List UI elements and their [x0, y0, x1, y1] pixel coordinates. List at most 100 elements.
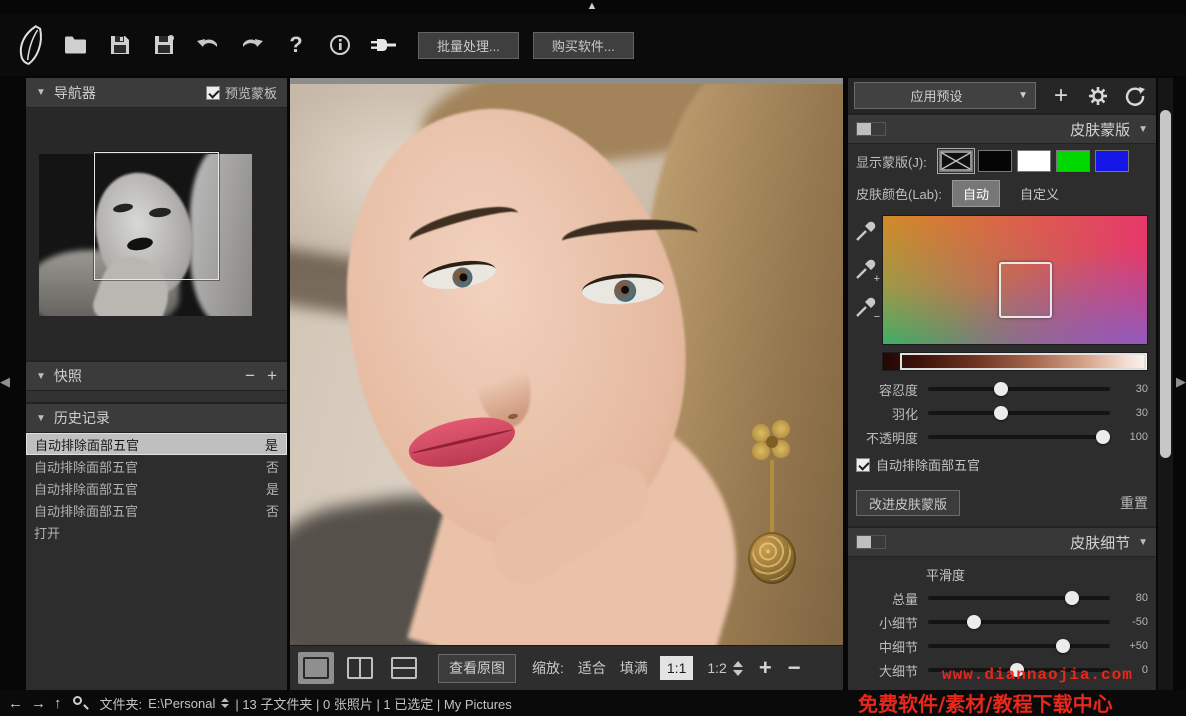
- zoom-fill-button[interactable]: 填满: [620, 658, 648, 678]
- opacity-slider[interactable]: [928, 435, 1110, 439]
- redo-icon[interactable]: [232, 28, 272, 62]
- gradient-selection-rect[interactable]: [999, 262, 1052, 318]
- left-panel-collapse-icon[interactable]: ◀: [0, 374, 10, 390]
- history-item-label: 自动排除面部五官: [34, 457, 138, 476]
- mask-swatch-white[interactable]: [1017, 150, 1051, 172]
- folder-path-spinner[interactable]: [221, 698, 229, 708]
- improve-skin-mask-button[interactable]: 改进皮肤蒙版: [856, 490, 960, 516]
- history-item-label: 自动排除面部五官: [34, 501, 138, 520]
- folder-path[interactable]: E:\Personal: [148, 696, 215, 711]
- batch-process-button[interactable]: 批量处理...: [418, 32, 519, 59]
- collapse-triangle-icon[interactable]: ▼: [36, 87, 46, 98]
- navigator-title: 导航器: [54, 83, 96, 103]
- view-original-button[interactable]: 查看原图: [438, 654, 516, 683]
- mask-swatch-none[interactable]: [939, 150, 973, 172]
- slider-knob[interactable]: [967, 615, 981, 629]
- buy-software-button[interactable]: 购买软件...: [533, 32, 634, 59]
- checkbox-icon[interactable]: [206, 86, 220, 100]
- forward-icon[interactable]: →: [31, 695, 46, 712]
- skin-color-auto-button[interactable]: 自动: [952, 180, 1000, 207]
- medium-detail-slider[interactable]: [928, 644, 1110, 648]
- reset-button[interactable]: 重置: [1120, 493, 1148, 513]
- slider-knob[interactable]: [1065, 591, 1079, 605]
- preset-row: 应用预设 ▼ +: [848, 78, 1156, 114]
- history-item[interactable]: 自动排除面部五官 是: [26, 477, 287, 499]
- collapse-triangle-icon[interactable]: ▼: [36, 413, 46, 424]
- single-view-button[interactable]: [298, 652, 334, 684]
- checkbox-icon[interactable]: [856, 458, 870, 472]
- navigator-header[interactable]: ▼ 导航器 预览蒙板: [26, 78, 287, 108]
- mask-swatch-green[interactable]: [1056, 150, 1090, 172]
- zoom-label: 缩放:: [532, 658, 564, 678]
- small-detail-slider-row: 小细节 -50: [848, 610, 1156, 634]
- apply-preset-dropdown[interactable]: 应用预设 ▼: [854, 82, 1036, 109]
- skin-mask-enable-toggle[interactable]: [856, 122, 886, 136]
- save-as-icon[interactable]: [144, 28, 184, 62]
- right-panel-collapse-icon[interactable]: ▶: [1176, 374, 1186, 390]
- chevron-down-icon: ▼: [1018, 90, 1028, 101]
- up-folder-icon[interactable]: ↑: [54, 695, 62, 712]
- zoom-ratio-value[interactable]: 1:2: [707, 660, 726, 676]
- mask-swatch-black[interactable]: [978, 150, 1012, 172]
- skin-color-gradient-picker[interactable]: [882, 215, 1148, 345]
- folder-stats: | 13 子文件夹 | 0 张照片 | 1 已选定 | My Pictures: [235, 694, 511, 713]
- zoom-out-button[interactable]: −: [788, 655, 801, 681]
- eyedropper-add-icon[interactable]: +: [854, 259, 878, 283]
- photo-canvas[interactable]: [290, 84, 843, 645]
- history-item[interactable]: 自动排除面部五官 否: [26, 455, 287, 477]
- history-item-value: 是: [266, 479, 279, 498]
- slider-knob[interactable]: [994, 382, 1008, 396]
- add-preset-button[interactable]: +: [1046, 82, 1076, 110]
- save-icon[interactable]: [100, 28, 140, 62]
- amount-slider[interactable]: [928, 596, 1110, 600]
- small-detail-slider[interactable]: [928, 620, 1110, 624]
- top-panel-collapse-icon[interactable]: ▲: [578, 0, 606, 13]
- history-item[interactable]: 打开: [26, 521, 287, 543]
- preset-settings-gear-icon[interactable]: [1083, 82, 1113, 110]
- zoom-1to1-button[interactable]: 1:1: [660, 656, 693, 680]
- tolerance-slider[interactable]: [928, 387, 1110, 391]
- snapshot-add-button[interactable]: +: [267, 366, 277, 386]
- zoom-ratio-spinner[interactable]: [733, 661, 743, 676]
- back-icon[interactable]: ←: [8, 695, 23, 712]
- collapse-triangle-icon[interactable]: ▼: [1138, 537, 1148, 548]
- reset-refresh-icon[interactable]: [1120, 82, 1150, 110]
- auto-exclude-features-checkbox[interactable]: 自动排除面部五官: [848, 449, 1156, 480]
- slider-knob[interactable]: [1056, 639, 1070, 653]
- open-folder-icon[interactable]: [56, 28, 96, 62]
- image-viewer: 查看原图 缩放: 适合 填满 1:1 1:2 + −: [290, 78, 843, 690]
- skin-detail-enable-toggle[interactable]: [856, 535, 886, 549]
- right-panel-scrollbar[interactable]: [1158, 78, 1173, 690]
- eyedropper-icon[interactable]: [854, 221, 878, 245]
- history-item-value: 否: [266, 457, 279, 476]
- zoom-fit-button[interactable]: 适合: [578, 658, 606, 678]
- slider-knob[interactable]: [994, 406, 1008, 420]
- luminance-selection-range[interactable]: [900, 353, 1146, 370]
- skin-color-custom-button[interactable]: 自定义: [1010, 181, 1069, 206]
- plugin-icon[interactable]: [364, 28, 404, 62]
- split-horizontal-view-button[interactable]: [386, 652, 422, 684]
- scrollbar-thumb[interactable]: [1160, 110, 1171, 458]
- navigator-crop-rect[interactable]: [94, 152, 219, 280]
- history-item[interactable]: 自动排除面部五官 是: [26, 433, 287, 455]
- history-header[interactable]: ▼ 历史记录: [26, 403, 287, 433]
- mask-swatch-blue[interactable]: [1095, 150, 1129, 172]
- history-item[interactable]: 自动排除面部五官 否: [26, 499, 287, 521]
- photo-earring-flower-center: [766, 436, 778, 448]
- eyedropper-subtract-icon[interactable]: −: [854, 297, 878, 321]
- history-item-value: 否: [266, 501, 279, 520]
- preview-mask-checkbox[interactable]: 预览蒙板: [206, 83, 277, 102]
- search-icon[interactable]: [72, 695, 88, 711]
- zoom-in-button[interactable]: +: [759, 655, 772, 681]
- slider-knob[interactable]: [1096, 430, 1110, 444]
- collapse-triangle-icon[interactable]: ▼: [36, 371, 46, 382]
- collapse-triangle-icon[interactable]: ▼: [1138, 124, 1148, 135]
- feather-slider[interactable]: [928, 411, 1110, 415]
- undo-icon[interactable]: [188, 28, 228, 62]
- help-icon[interactable]: ?: [276, 28, 316, 62]
- luminance-bar[interactable]: [882, 352, 1148, 371]
- info-icon[interactable]: [320, 28, 360, 62]
- snapshots-header[interactable]: ▼ 快照 − +: [26, 361, 287, 391]
- snapshot-remove-button[interactable]: −: [245, 366, 255, 386]
- split-vertical-view-button[interactable]: [342, 652, 378, 684]
